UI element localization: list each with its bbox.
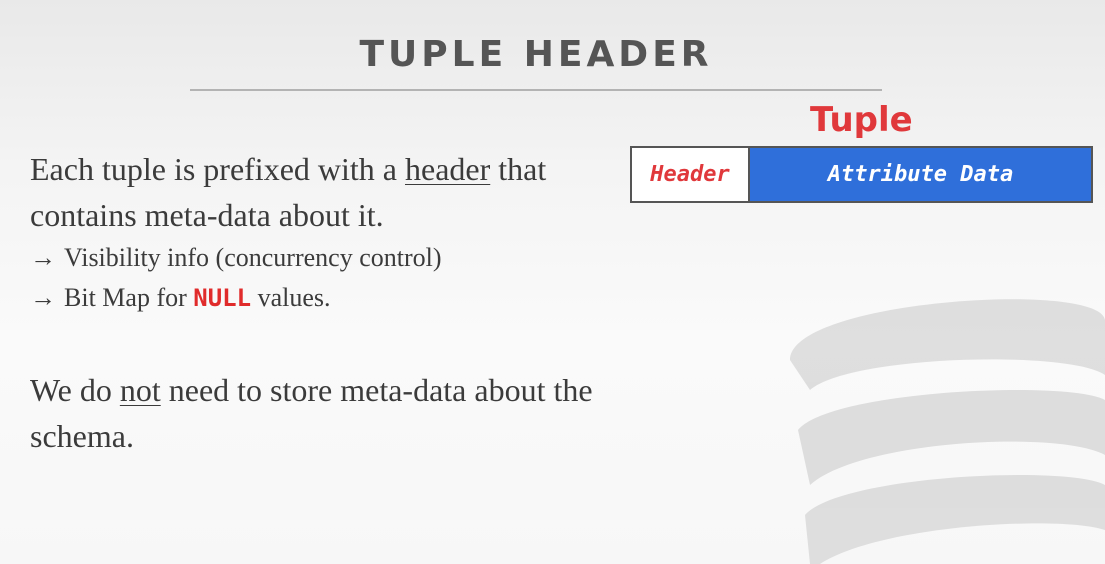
paragraph1-underlined-word: header [404, 151, 491, 187]
list-item: → Visibility info (concurrency control) [30, 238, 610, 278]
bullet-list: → Visibility info (concurrency control) →… [30, 238, 610, 318]
null-keyword: NULL [193, 284, 252, 312]
database-cylinder-icon [790, 299, 1105, 564]
arrow-right-icon: → [30, 243, 56, 272]
tuple-label: Tuple [810, 100, 913, 140]
slide: TUPLE HEADER Each tuple is prefixed with… [0, 0, 1105, 564]
paragraph1-text-before: Each tuple is prefixed with a [30, 151, 405, 187]
title-divider [190, 89, 882, 91]
arrow-right-icon: → [30, 283, 56, 312]
slide-title: TUPLE HEADER [359, 34, 713, 75]
bullet-text-after: values. [251, 283, 331, 312]
slide-body: Each tuple is prefixed with a header tha… [30, 146, 610, 459]
paragraph2-text-before: We do [30, 372, 120, 408]
paragraph-tuple-header: Each tuple is prefixed with a header tha… [30, 146, 610, 238]
bullet-text: Visibility info (concurrency control) [64, 243, 442, 272]
paragraph-schema: We do not need to store meta-data about … [30, 367, 610, 459]
tuple-diagram: Header Attribute Data [630, 146, 1093, 203]
tuple-attribute-cell: Attribute Data [750, 148, 1091, 201]
paragraph2-underlined-word: not [119, 372, 161, 408]
bullet-text-before: Bit Map for [64, 283, 194, 312]
list-item: → Bit Map for NULL values. [30, 278, 610, 318]
tuple-header-cell: Header [632, 148, 750, 201]
